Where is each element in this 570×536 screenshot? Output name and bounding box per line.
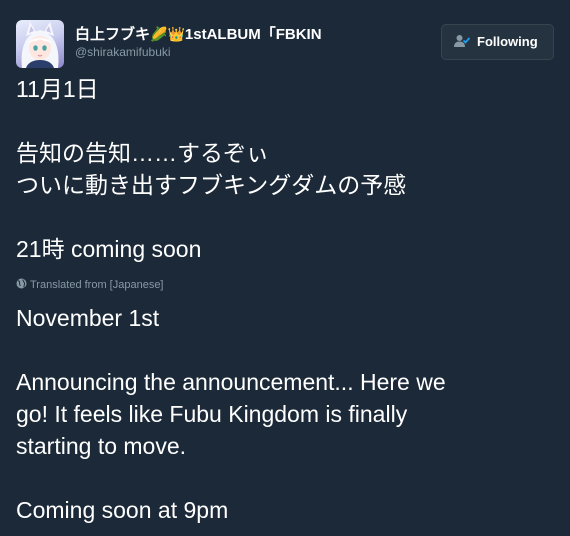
globe-icon xyxy=(16,278,27,289)
translated-text-line: November 1st xyxy=(16,305,160,331)
translated-from-label: Translated from [Japanese] xyxy=(16,278,164,292)
person-check-icon xyxy=(454,27,471,47)
tweet-text-line: ついに動き出すフブキングダムの予感 xyxy=(16,172,407,198)
corn-emoji-icon: 🌽 xyxy=(150,26,168,42)
translated-text-line: go! It feels like Fubu Kingdom is finall… xyxy=(16,401,408,427)
tweet-text-line: 告知の告知……するぞぃ xyxy=(16,140,269,166)
avatar[interactable] xyxy=(16,20,64,68)
following-button[interactable]: Following xyxy=(441,24,554,60)
avatar-image xyxy=(21,22,59,68)
translated-from-text: Translated from [Japanese] xyxy=(30,279,164,291)
display-name: 白上フブキ xyxy=(75,26,151,43)
display-name-row[interactable]: 白上フブキ🌽👑1stALBUM「FBKIN xyxy=(75,24,375,44)
tweet-text-line: 21時 coming soon xyxy=(16,236,202,262)
tweet-header: 白上フブキ🌽👑1stALBUM「FBKIN @shirakamifubuki F… xyxy=(16,20,556,72)
translated-text-line: starting to move. xyxy=(16,433,187,459)
tweet-text-line: 11月1日 xyxy=(16,76,99,102)
following-button-label: Following xyxy=(477,34,538,49)
user-handle[interactable]: @shirakamifubuki xyxy=(75,45,171,59)
display-name-suffix: 1stALBUM「FBKIN xyxy=(184,26,322,43)
crown-emoji-icon: 👑 xyxy=(167,26,185,42)
translated-text-line: Coming soon at 9pm xyxy=(16,497,229,523)
translated-text-line: Announcing the announcement... Here we xyxy=(16,369,446,395)
